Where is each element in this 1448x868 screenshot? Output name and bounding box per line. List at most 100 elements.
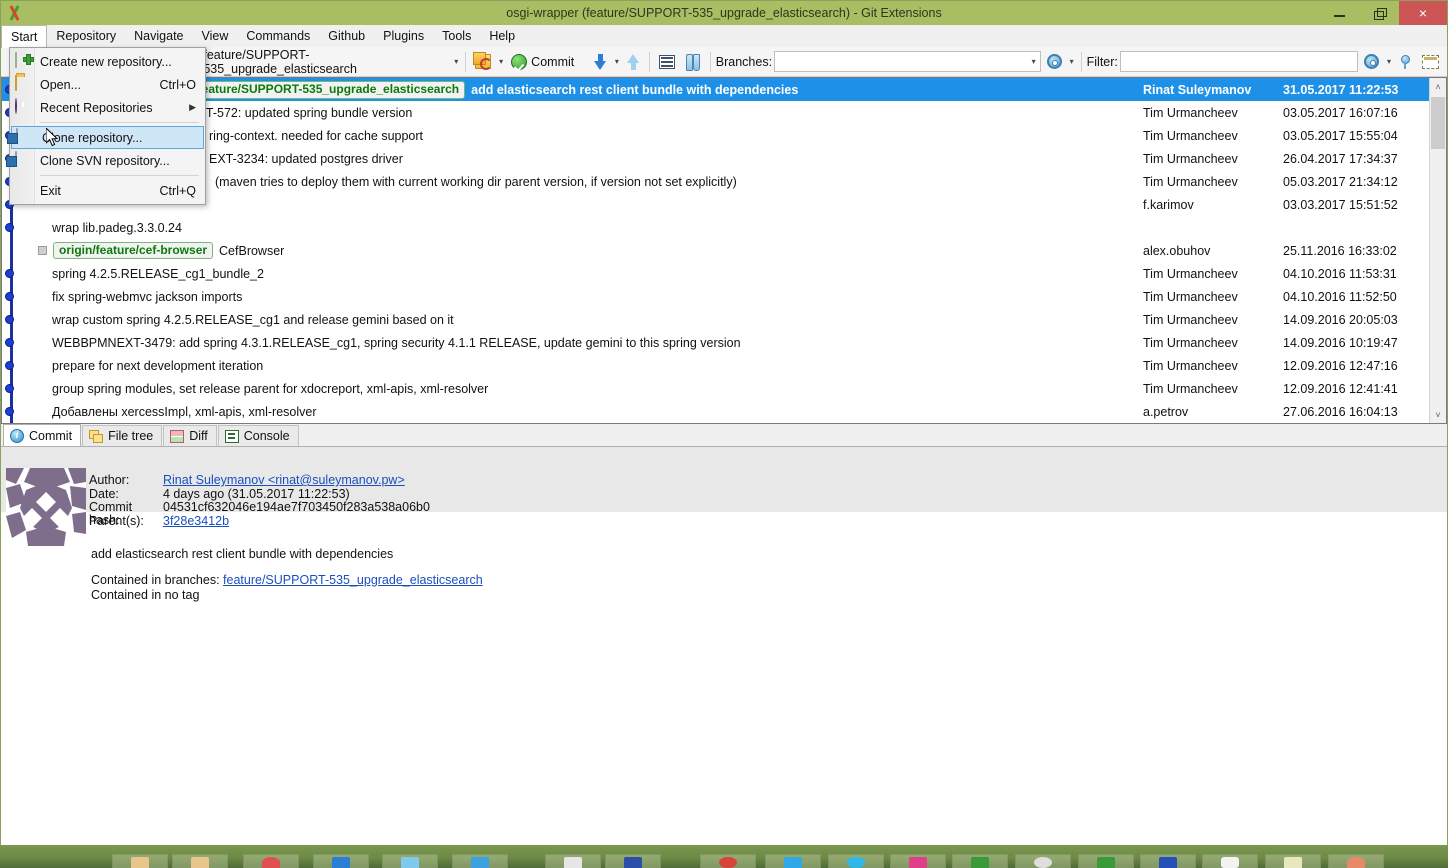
taskbar-item[interactable]: [1078, 854, 1134, 868]
filter-input[interactable]: [1119, 51, 1358, 72]
table-row[interactable]: ring-context. needed for cache support T…: [2, 124, 1429, 147]
maximize-restore-button[interactable]: [1359, 1, 1399, 25]
taskbar-item[interactable]: [545, 854, 601, 868]
taskbar-item[interactable]: [1328, 854, 1384, 868]
table-row[interactable]: fix spring-webmvc jackson imports Tim Ur…: [2, 285, 1429, 308]
menu-item-plugins[interactable]: Plugins: [374, 25, 433, 47]
close-button[interactable]: ×: [1399, 1, 1447, 25]
open-repository-button[interactable]: [471, 50, 495, 74]
table-row[interactable]: de_elasticsearch ▷ origin/feature/SUPPOR…: [2, 78, 1429, 101]
menu-item-view[interactable]: View: [193, 25, 238, 47]
branches-settings-caret[interactable]: ▾: [1068, 57, 1076, 66]
taskbar-item[interactable]: [765, 854, 821, 868]
table-row[interactable]: support-for-spring SUPPORT-572: updated …: [2, 101, 1429, 124]
menu-create-new-repository-label: Create new repository...: [40, 54, 172, 69]
message-cell: origin/feature/cef-browser CefBrowser: [24, 242, 1139, 259]
taskbar-item[interactable]: [605, 854, 661, 868]
branches-settings-button[interactable]: [1043, 50, 1066, 74]
taskbar-item[interactable]: [828, 854, 884, 868]
table-row[interactable]: wrap lib.padeg.3.3.0.24: [2, 216, 1429, 239]
filter-settings-button[interactable]: [1360, 50, 1383, 74]
submenu-arrow-icon: ▶: [189, 102, 196, 112]
taskbar-item[interactable]: [952, 854, 1008, 868]
menu-exit[interactable]: Exit Ctrl+Q: [10, 179, 205, 202]
ref-tag-remote[interactable]: origin/feature/cef-browser: [53, 242, 214, 259]
tab-file-tree[interactable]: File tree: [82, 425, 163, 446]
author-link[interactable]: Rinat Suleymanov <rinat@suleymanov.pw>: [163, 474, 405, 487]
settings-tools-button[interactable]: [681, 50, 705, 74]
commit-grid: de_elasticsearch ▷ origin/feature/SUPPOR…: [1, 77, 1447, 424]
menu-item-navigate[interactable]: Navigate: [125, 25, 192, 47]
table-row[interactable]: WEBBPMNEXT-3479: add spring 4.3.1.RELEAS…: [2, 331, 1429, 354]
menu-recent-repositories[interactable]: Recent Repositories ▶: [10, 96, 205, 119]
message-cell: WEBBPMNEXT-3479: add spring 4.3.1.RELEAS…: [24, 336, 1139, 350]
scroll-up-button[interactable]: ˄: [1430, 78, 1446, 95]
commit-button[interactable]: Commit: [507, 50, 578, 74]
layout-icon: [1422, 54, 1440, 69]
taskbar-item[interactable]: [1140, 854, 1196, 868]
branches-combo-caret[interactable]: ▾: [1030, 57, 1038, 66]
stash-button[interactable]: [655, 50, 679, 74]
menu-open[interactable]: Open... Ctrl+O: [10, 73, 205, 96]
scroll-down-button[interactable]: ˅: [1430, 406, 1446, 423]
taskbar-item[interactable]: [452, 854, 508, 868]
taskbar-item[interactable]: [112, 854, 168, 868]
menu-item-tools[interactable]: Tools: [433, 25, 480, 47]
graph-cell: [2, 285, 24, 308]
commit-message: add elasticsearch rest client bundle wit…: [471, 82, 799, 97]
taskbar-item[interactable]: [243, 854, 299, 868]
taskbar-item[interactable]: [1015, 854, 1071, 868]
table-row[interactable]: Добавлены xercessImpl, xml-apis, xml-res…: [2, 400, 1429, 423]
scrollbar-thumb[interactable]: [1431, 97, 1445, 149]
taskbar-item[interactable]: [382, 854, 438, 868]
graph-cell: [2, 216, 24, 239]
hash-row: Commit hash: 04531cf632046e194ae7f703450…: [89, 501, 430, 527]
table-row[interactable]: EXT-3234: updated postgres driver Tim Ur…: [2, 147, 1429, 170]
menu-item-commands[interactable]: Commands: [237, 25, 319, 47]
commit-grid-scrollbar[interactable]: ˄ ˅: [1429, 78, 1446, 423]
author-cell: Tim Urmancheev: [1143, 128, 1238, 143]
taskbar-item[interactable]: [313, 854, 369, 868]
start-menu-dropdown[interactable]: Create new repository... Open... Ctrl+O …: [9, 47, 206, 205]
toggle-layout-button[interactable]: [1418, 50, 1443, 74]
taskbar-item[interactable]: [1202, 854, 1258, 868]
parent-link[interactable]: 3f28e3412b: [163, 514, 229, 528]
taskbar-item[interactable]: [172, 854, 228, 868]
menu-clone-svn-repository[interactable]: Clone SVN repository...: [10, 149, 205, 172]
menu-item-help[interactable]: Help: [480, 25, 524, 47]
branches-combo[interactable]: ▾: [774, 51, 1041, 72]
minimize-button[interactable]: [1319, 1, 1359, 25]
menu-item-start[interactable]: Start: [1, 25, 48, 48]
pull-dropdown-caret[interactable]: ▾: [613, 57, 621, 66]
taskbar-item[interactable]: [1265, 854, 1321, 868]
contained-branch-link[interactable]: feature/SUPPORT-535_upgrade_elasticsearc…: [223, 573, 483, 587]
tab-file-tree-label: File tree: [108, 429, 154, 443]
taskbar-item[interactable]: [890, 854, 946, 868]
table-row[interactable]: group spring modules, set release parent…: [2, 377, 1429, 400]
pull-button[interactable]: [590, 50, 611, 74]
parents-key: Parent(s):: [89, 513, 144, 528]
file-tree-icon: [89, 429, 104, 443]
graph-cell: [2, 354, 24, 377]
tab-diff[interactable]: Diff: [163, 425, 217, 446]
tab-commit[interactable]: i Commit: [3, 424, 82, 446]
repository-dropdown-caret[interactable]: ▾: [497, 57, 505, 66]
filter-settings-caret[interactable]: ▾: [1385, 57, 1393, 66]
push-button[interactable]: [623, 50, 644, 74]
row-expander[interactable]: [38, 246, 47, 255]
table-row[interactable]: f.karimov 03.03.2017 15:51:52: [2, 193, 1429, 216]
menu-item-github[interactable]: Github: [319, 25, 374, 47]
menu-create-new-repository[interactable]: Create new repository...: [10, 50, 205, 73]
table-row[interactable]: spring 4.2.5.RELEASE_cg1_bundle_2 Tim Ur…: [2, 262, 1429, 285]
table-row[interactable]: prepare for next development iteration T…: [2, 354, 1429, 377]
table-row[interactable]: (maven tries to deploy them with current…: [2, 170, 1429, 193]
menu-clone-repository[interactable]: Clone repository...: [11, 126, 204, 149]
tab-console[interactable]: Console: [217, 425, 299, 446]
menu-item-repository[interactable]: Repository: [47, 25, 125, 47]
table-row[interactable]: origin/feature/cef-browser CefBrowser al…: [2, 239, 1429, 262]
commit-detail-fields: Author: Rinat Suleymanov <rinat@suleyman…: [89, 474, 430, 528]
table-row[interactable]: wrap custom spring 4.2.5.RELEASE_cg1 and…: [2, 308, 1429, 331]
branch-dropdown-caret[interactable]: ▾: [452, 57, 460, 66]
filter-pin-button[interactable]: [1395, 50, 1414, 74]
taskbar-item[interactable]: [700, 854, 756, 868]
